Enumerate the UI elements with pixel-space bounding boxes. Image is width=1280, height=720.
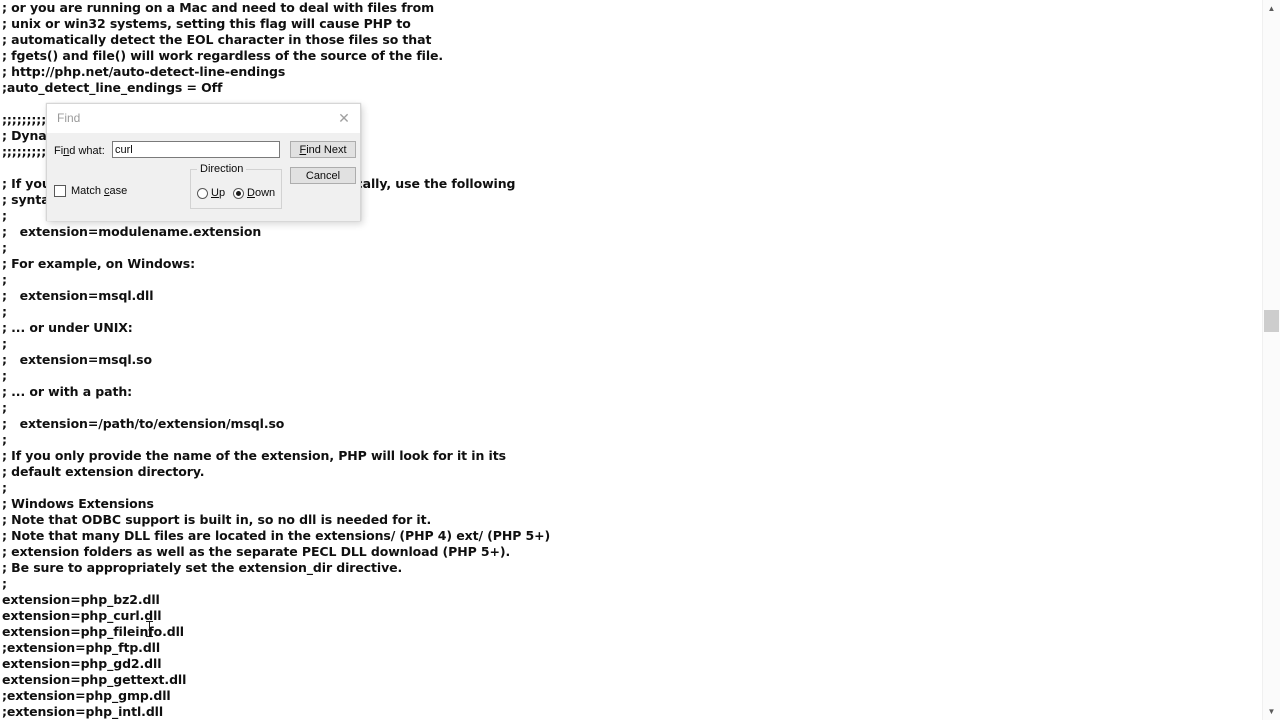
editor-line: ; xyxy=(2,576,7,591)
direction-down-label: Down xyxy=(247,187,275,199)
editor-line: ; Be sure to appropriately set the exten… xyxy=(2,560,403,575)
find-dialog[interactable]: Find ✕ Find what: Find Next Cancel Direc… xyxy=(46,103,361,221)
editor-line: ; xyxy=(2,336,7,351)
editor-line: ; or you are running on a Mac and need t… xyxy=(2,0,435,15)
close-icon[interactable]: ✕ xyxy=(333,108,355,128)
up-rest: p xyxy=(218,187,226,199)
scrollbar-thumb[interactable] xyxy=(1264,310,1279,332)
find-dialog-body: Find what: Find Next Cancel Direction Up… xyxy=(47,133,360,221)
editor-line: extension=php_curl.dll xyxy=(2,608,162,623)
find-what-label: Find what: xyxy=(54,145,105,157)
editor-line: ; ... or with a path: xyxy=(2,384,133,399)
find-dialog-title: Find xyxy=(57,111,81,125)
editor-line: ; Windows Extensions xyxy=(2,496,154,511)
editor-line: extension=php_gettext.dll xyxy=(2,672,187,687)
editor-line: ; xyxy=(2,368,7,383)
editor-line: extension=php_fileinfo.dll xyxy=(2,624,184,639)
editor-line: ; extension=msql.so xyxy=(2,352,153,367)
editor-line: ; extension=msql.dll xyxy=(2,288,154,303)
editor-line: ; unix or win32 systems, setting this fl… xyxy=(2,16,411,31)
php-ini-editor-window: ; or you are running on a Mac and need t… xyxy=(0,0,1280,720)
radio-up-mark[interactable] xyxy=(197,187,208,199)
editor-line: ; xyxy=(2,240,7,255)
cancel-button[interactable]: Cancel xyxy=(290,167,356,184)
direction-up-radio[interactable]: Up xyxy=(197,187,225,199)
editor-line: ; xyxy=(2,432,7,447)
find-dialog-titlebar[interactable]: Find ✕ xyxy=(47,104,360,133)
match-case-post: ase xyxy=(109,185,128,197)
radio-down-mark[interactable] xyxy=(233,187,244,199)
scroll-down-arrow-icon[interactable]: ▼ xyxy=(1263,703,1280,720)
match-case-label: Match case xyxy=(71,185,127,197)
find-what-label-post: d what: xyxy=(69,145,105,157)
editor-line: ; extension=modulename.extension xyxy=(2,224,262,239)
direction-up-label: Up xyxy=(211,187,225,199)
scroll-up-arrow-icon[interactable]: ▲ xyxy=(1263,0,1280,17)
direction-legend: Direction xyxy=(197,163,247,175)
match-case-checkbox-mark[interactable] xyxy=(54,185,66,197)
editor-line: extension=php_bz2.dll xyxy=(2,592,160,607)
find-next-accel: F xyxy=(299,143,307,156)
editor-line: ; ... or under UNIX: xyxy=(2,320,133,335)
find-next-button[interactable]: Find Next xyxy=(290,141,356,158)
editor-line: ; Note that many DLL files are located i… xyxy=(2,528,551,543)
find-what-label-pre: Fi xyxy=(54,145,64,157)
up-accel: U xyxy=(211,187,219,199)
down-accel: D xyxy=(247,187,255,199)
editor-line: ;extension=php_intl.dll xyxy=(2,704,164,719)
scrollbar-track-lower[interactable] xyxy=(1263,332,1280,703)
editor-line: ; Note that ODBC support is built in, so… xyxy=(2,512,432,527)
down-rest: own xyxy=(254,187,276,199)
editor-line: ; default extension directory. xyxy=(2,464,205,479)
editor-line: ; For example, on Windows: xyxy=(2,256,196,271)
scrollbar-track-upper[interactable] xyxy=(1263,17,1280,310)
cancel-label: Cancel xyxy=(305,169,341,182)
editor-line: ; extension folders as well as the separ… xyxy=(2,544,511,559)
editor-line: ; xyxy=(2,272,7,287)
editor-line: ; xyxy=(2,400,7,415)
direction-down-radio[interactable]: Down xyxy=(233,187,275,199)
find-what-input[interactable] xyxy=(112,141,280,158)
direction-groupbox: Direction Up Down xyxy=(190,163,282,209)
editor-line: ; automatically detect the EOL character… xyxy=(2,32,432,47)
editor-line: ; fgets() and file() will work regardles… xyxy=(2,48,444,63)
editor-line: extension=php_gd2.dll xyxy=(2,656,162,671)
editor-line: ; http://php.net/auto-detect-line-ending… xyxy=(2,64,286,79)
vertical-scrollbar[interactable]: ▲ ▼ xyxy=(1262,0,1280,720)
editor-line: ; xyxy=(2,480,7,495)
editor-line: ;extension=php_ftp.dll xyxy=(2,640,161,655)
match-case-checkbox[interactable]: Match case xyxy=(54,185,127,197)
editor-line: ; extension=/path/to/extension/msql.so xyxy=(2,416,285,431)
editor-line: ; If you only provide the name of the ex… xyxy=(2,448,506,463)
editor-line: ; xyxy=(2,304,7,319)
find-next-rest: ind Next xyxy=(306,143,347,156)
editor-line: ;auto_detect_line_endings = Off xyxy=(2,80,223,95)
editor-line: ;extension=php_gmp.dll xyxy=(2,688,171,703)
match-case-pre: Match xyxy=(71,185,105,197)
